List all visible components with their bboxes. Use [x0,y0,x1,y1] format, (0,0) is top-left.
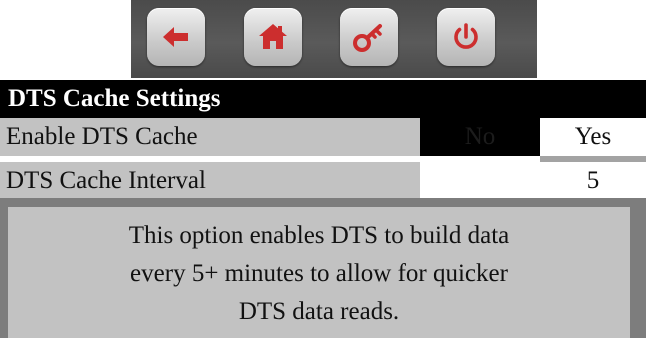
help-text: This option enables DTS to build data ev… [8,207,630,338]
page-title: DTS Cache Settings [0,80,646,118]
power-button[interactable] [437,8,495,66]
enable-dts-cache-no-option[interactable]: No [420,118,540,156]
key-button[interactable] [340,8,398,66]
back-button[interactable] [147,8,205,66]
key-icon [353,24,382,52]
help-panel: This option enables DTS to build data ev… [0,198,646,338]
dts-cache-interval-value[interactable]: 5 [540,162,646,198]
enable-dts-cache-yes-option[interactable]: Yes [540,118,646,156]
help-line: DTS data reads. [238,298,400,325]
power-icon [454,23,478,49]
home-icon [259,24,287,49]
dts-cache-interval-label: DTS Cache Interval [0,162,420,198]
enable-dts-cache-label: Enable DTS Cache [0,118,420,156]
toolbar [0,0,646,80]
home-button[interactable] [244,8,302,66]
back-arrow-icon [163,27,188,47]
help-line: This option enables DTS to build data [128,222,510,249]
help-line: every 5+ minutes to allow for quicker [130,260,508,287]
